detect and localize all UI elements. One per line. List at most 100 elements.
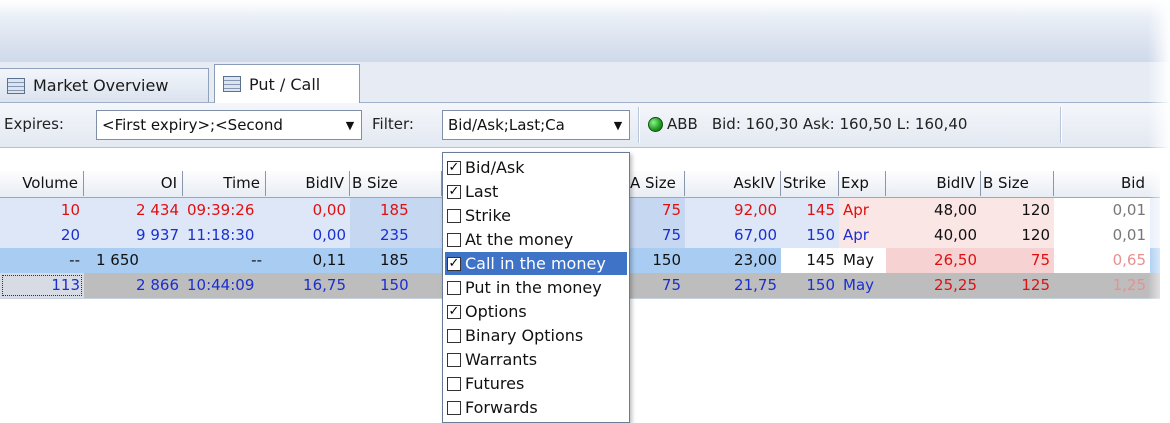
- col-header-bsize[interactable]: B Size: [350, 171, 442, 196]
- cell-askiv: 21,75: [685, 273, 781, 298]
- cell-strike: 145: [781, 198, 839, 223]
- col-header-volume[interactable]: Volume: [0, 171, 84, 196]
- cell-time: --: [183, 248, 266, 273]
- cell-exp: May: [839, 248, 886, 273]
- cell-exp: Apr: [839, 198, 886, 223]
- cell-bsize-put: 120: [981, 223, 1054, 248]
- filter-option-label: Options: [465, 302, 527, 321]
- cell-volume[interactable]: 113: [0, 273, 84, 298]
- checkbox-empty[interactable]: [447, 232, 461, 247]
- checkmark-icon[interactable]: ✓: [447, 304, 461, 319]
- filter-option-label: Binary Options: [465, 326, 584, 345]
- checkmark-icon[interactable]: ✓: [447, 160, 461, 175]
- checkbox-empty[interactable]: [447, 352, 461, 367]
- cell-bid-put: 0,65: [1054, 248, 1150, 273]
- cell-bidiv-put: 40,00: [886, 223, 981, 248]
- col-header-strike[interactable]: Strike: [781, 171, 839, 196]
- cell-bsize-put: 120: [981, 198, 1054, 223]
- cell-askiv: 67,00: [685, 223, 781, 248]
- cell-bid-put: 1,25: [1054, 273, 1150, 298]
- filter-option-put-in-the-money[interactable]: Put in the money: [445, 276, 627, 299]
- expires-value: <First expiry>;<Second: [102, 116, 283, 134]
- filter-option-label: Forwards: [465, 398, 538, 417]
- filter-option-label: Futures: [465, 374, 525, 393]
- col-header-bidiv-put[interactable]: BidIV: [886, 171, 981, 196]
- checkbox-empty[interactable]: [447, 376, 461, 391]
- cell-time: 09:39:26: [183, 198, 266, 223]
- cell-asize: 75: [628, 223, 685, 248]
- filter-option-strike[interactable]: Strike: [445, 204, 627, 227]
- checkbox-empty[interactable]: [447, 328, 461, 343]
- filter-option-binary-options[interactable]: Binary Options: [445, 324, 627, 347]
- chevron-down-icon[interactable]: ▼: [339, 111, 361, 139]
- filter-option-bid-ask[interactable]: ✓ Bid/Ask: [445, 156, 627, 179]
- col-header-asize[interactable]: A Size: [628, 171, 685, 196]
- checkmark-icon[interactable]: ✓: [447, 184, 461, 199]
- tab-label: Put / Call: [249, 74, 321, 94]
- expires-combo[interactable]: <First expiry>;<Second ▼: [96, 110, 362, 140]
- cell-strike: 145: [781, 248, 839, 273]
- filter-option-label: Put in the money: [465, 278, 602, 297]
- cell-exp: Apr: [839, 223, 886, 248]
- filter-combo[interactable]: Bid/Ask;Last;Ca ▼: [442, 110, 630, 140]
- filter-option-forwards[interactable]: Forwards: [445, 396, 627, 419]
- filter-option-call-in-the-money[interactable]: ✓ Call in the money: [444, 251, 628, 276]
- cell-bsize-put: 125: [981, 273, 1054, 298]
- filter-option-label: Warrants: [465, 350, 538, 369]
- filter-option-at-the-money[interactable]: At the money: [445, 228, 627, 251]
- ticker-prices: Bid: 160,30 Ask: 160,50 L: 160,40: [711, 115, 968, 133]
- filter-option-options[interactable]: ✓ Options: [445, 300, 627, 323]
- cell-time: 10:44:09: [183, 273, 266, 298]
- filter-label: Filter:: [372, 115, 414, 133]
- cell-asize: 150: [628, 248, 685, 273]
- col-header-bsize-put[interactable]: B Size: [981, 171, 1054, 196]
- col-header-exp[interactable]: Exp: [839, 171, 886, 196]
- filter-dropdown-list[interactable]: ✓ Bid/Ask ✓ Last Strike At the money ✓ C…: [442, 152, 630, 423]
- cell-bidiv: 16,75: [266, 273, 350, 298]
- tab-strip: Market Overview Put / Call: [0, 62, 1170, 103]
- ticker-symbol: ABB: [667, 115, 698, 133]
- cell-bidiv: 0,11: [266, 248, 350, 273]
- cell-asize: 75: [628, 198, 685, 223]
- title-band: [0, 0, 1170, 62]
- checkbox-empty[interactable]: [447, 280, 461, 295]
- cell-oi: 2 434: [84, 198, 183, 223]
- col-header-oi[interactable]: OI: [84, 171, 183, 196]
- cell-oi: 2 866: [84, 273, 183, 298]
- cell-bidiv: 0,00: [266, 198, 350, 223]
- cell-volume: 20: [0, 223, 84, 248]
- checkbox-empty[interactable]: [447, 208, 461, 223]
- filter-option-label: Call in the money: [465, 254, 606, 273]
- col-header-bidiv[interactable]: BidIV: [266, 171, 350, 196]
- col-header-bid-put[interactable]: Bid: [1054, 171, 1150, 196]
- chevron-down-icon[interactable]: ▼: [607, 111, 629, 139]
- cell-bsize: 185: [350, 248, 442, 273]
- cell-strike: 150: [781, 223, 839, 248]
- filter-option-futures[interactable]: Futures: [445, 372, 627, 395]
- cell-time: 11:18:30: [183, 223, 266, 248]
- filter-option-last[interactable]: ✓ Last: [445, 180, 627, 203]
- cell-oi: 1 650: [84, 248, 183, 273]
- cell-bidiv-put: 25,25: [886, 273, 981, 298]
- checkbox-empty[interactable]: [447, 400, 461, 415]
- filter-value: Bid/Ask;Last;Ca: [448, 116, 565, 134]
- checkmark-icon[interactable]: ✓: [447, 256, 461, 271]
- cell-askiv: 23,00: [685, 248, 781, 273]
- filter-option-warrants[interactable]: Warrants: [445, 348, 627, 371]
- cell-bidiv: 0,00: [266, 223, 350, 248]
- toolbar-separator: [638, 107, 640, 143]
- col-header-time[interactable]: Time: [183, 171, 266, 196]
- tab-put-call[interactable]: Put / Call: [214, 64, 360, 103]
- filter-option-label: Bid/Ask: [465, 158, 525, 177]
- cell-volume: --: [0, 248, 84, 273]
- cell-bidiv-put: 48,00: [886, 198, 981, 223]
- edge-fade: [1148, 0, 1170, 423]
- tab-market-overview[interactable]: Market Overview: [0, 68, 209, 102]
- col-header-askiv[interactable]: AskIV: [685, 171, 781, 196]
- ticker-quote: ABB Bid: 160,30 Ask: 160,50 L: 160,40: [648, 115, 967, 133]
- cell-bid-put: 0,01: [1054, 198, 1150, 223]
- expires-label: Expires:: [4, 115, 64, 133]
- cell-bsize-put: 75: [981, 248, 1054, 273]
- cell-asize: 75: [628, 273, 685, 298]
- filter-option-label: Last: [465, 182, 499, 201]
